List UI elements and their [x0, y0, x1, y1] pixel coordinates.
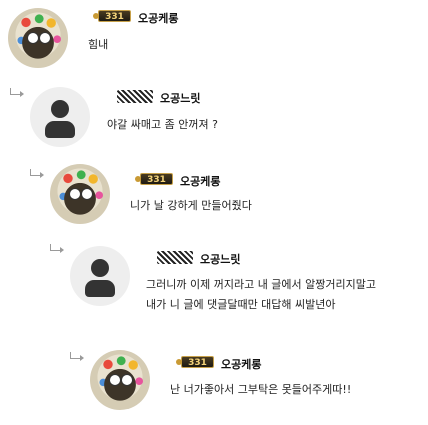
avatar-eye [109, 374, 121, 386]
level-badge [117, 90, 153, 103]
reply-arrow-icon [50, 244, 64, 253]
comment-text-line: 내가 니 글에 댓글달때만 대답해 씨발년아 [146, 298, 336, 311]
reply-arrow-icon [30, 169, 44, 178]
default-user-icon [91, 259, 109, 277]
avatar[interactable] [70, 246, 130, 306]
default-user-icon [51, 100, 69, 118]
nickname[interactable]: 오공케롱 [221, 356, 261, 372]
level-badge: 331 [135, 173, 173, 185]
comment-text-line: 그러니까 이제 꺼지라고 내 글에서 알짱거리지말고 [146, 278, 377, 291]
avatar[interactable] [30, 87, 90, 147]
nickname[interactable]: 오공케롱 [180, 173, 220, 189]
avatar-eye [69, 188, 81, 200]
avatar-eye [39, 32, 51, 44]
avatar[interactable] [50, 164, 110, 224]
nickname[interactable]: 오공느릿 [200, 251, 240, 267]
level-badge: 331 [176, 356, 214, 368]
comment-text: 니가 날 강하게 만들어줬다 [130, 199, 252, 212]
comment-text: 난 너가좋아서 그부탁은 못들어주게따!! [170, 383, 352, 396]
nickname[interactable]: 오공느릿 [160, 90, 200, 106]
avatar-eye [81, 188, 93, 200]
level-badge [157, 251, 193, 264]
avatar-eye [121, 374, 133, 386]
avatar-eye [27, 32, 39, 44]
reply-arrow-icon [10, 88, 24, 97]
level-badge: 331 [93, 10, 131, 22]
avatar[interactable] [90, 350, 150, 410]
reply-arrow-icon [70, 352, 84, 361]
nickname[interactable]: 오공케롱 [138, 10, 178, 26]
comment-text: 야갈 싸매고 좀 안꺼져 ? [107, 118, 218, 131]
comment-text: 힘내 [88, 38, 109, 51]
avatar[interactable] [8, 8, 68, 68]
